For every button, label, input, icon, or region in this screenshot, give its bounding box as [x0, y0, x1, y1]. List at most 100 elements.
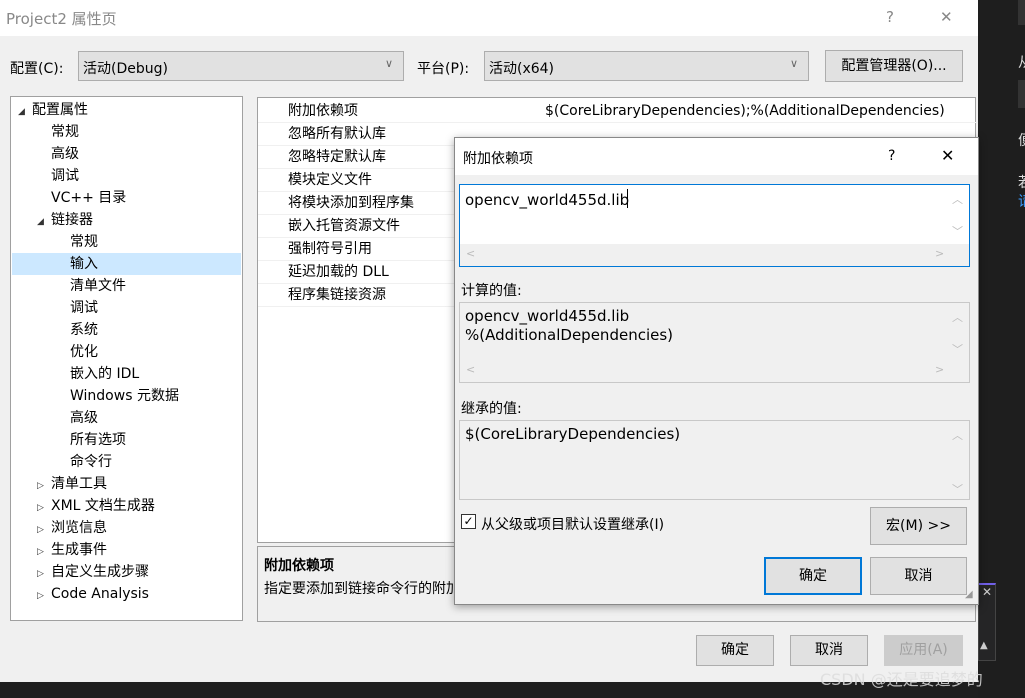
scroll-down-icon[interactable]: ﹀ [952, 223, 963, 239]
tree-item[interactable]: 命令行 [12, 451, 241, 473]
scroll-up-icon[interactable]: ▲ [980, 640, 988, 651]
platform-select[interactable]: 活动(x64) ∨ [484, 51, 809, 81]
tree-item-label: Windows 元数据 [70, 388, 179, 404]
tree-item-label: 浏览信息 [51, 520, 107, 536]
tree-item[interactable]: 输入 [12, 253, 241, 275]
tree-item-label: 常规 [70, 234, 98, 250]
macros-button[interactable]: 宏(M) >> [870, 507, 967, 545]
property-name: 忽略特定默认库 [288, 149, 386, 165]
tree-item[interactable]: 清单文件 [12, 275, 241, 297]
tree-item[interactable]: 常规 [12, 121, 241, 143]
tree-item[interactable]: ▷ 清单工具 [12, 473, 241, 495]
scroll-right-icon[interactable]: > [935, 363, 944, 376]
tree-item-label: 系统 [70, 322, 98, 338]
config-value: 活动(Debug) [83, 61, 168, 77]
help-button[interactable]: ? [886, 8, 894, 26]
tree-item[interactable]: ▷ XML 文档生成器 [12, 495, 241, 517]
expand-arrow-icon[interactable]: ▷ [37, 541, 51, 563]
close-icon[interactable]: ✕ [941, 146, 954, 165]
tree-item[interactable]: 嵌入的 IDL [12, 363, 241, 385]
watermark: CSDN @还是要追梦的 [820, 670, 983, 689]
expand-arrow-icon[interactable]: ▷ [37, 563, 51, 585]
scroll-left-icon[interactable]: < [466, 363, 475, 376]
tree-item[interactable]: 优化 [12, 341, 241, 363]
additional-dependencies-dialog: 附加依赖项 ? ✕ opencv_world455d.lib ︿ ﹀ < > 计… [454, 137, 979, 605]
tree-item[interactable]: ◢ 链接器 [12, 209, 241, 231]
property-value[interactable]: $(CoreLibraryDependencies);%(AdditionalD… [545, 100, 945, 123]
inherit-checkbox[interactable]: ✓ [461, 514, 476, 529]
side-link[interactable]: 请 [1018, 191, 1025, 211]
property-tree[interactable]: ◢ 配置属性 常规 高级 调试 VC++ 目录 ◢ 链接器 常规 输入 清单文件 调试 系统 优化 嵌入的 … [10, 96, 243, 621]
config-manager-button[interactable]: 配置管理器(O)... [825, 50, 963, 82]
tree-item-label: 链接器 [51, 212, 93, 228]
tree-item-label: Code Analysis [51, 586, 149, 602]
chevron-down-icon: ∨ [789, 57, 798, 70]
close-icon[interactable]: ✕ [982, 585, 992, 599]
expand-arrow-icon[interactable]: ▷ [37, 497, 51, 519]
dialog-title: 附加依赖项 [463, 151, 533, 167]
edit-text: opencv_world455d.lib [465, 191, 630, 209]
tree-item[interactable]: ▷ Code Analysis [12, 583, 241, 605]
tree-item[interactable]: VC++ 目录 [12, 187, 241, 209]
close-icon[interactable]: ✕ [940, 8, 953, 26]
property-name: 延迟加载的 DLL [288, 264, 389, 280]
property-name: 嵌入托管资源文件 [288, 218, 400, 234]
side-text: 若 [1018, 172, 1025, 192]
description-text: 指定要添加到链接命令行的附加项 [264, 581, 474, 597]
tree-item-label: 高级 [51, 146, 79, 162]
expand-arrow-icon[interactable]: ▷ [37, 585, 51, 607]
tree-item[interactable]: 调试 [12, 297, 241, 319]
side-text: 便 [1018, 130, 1025, 150]
scroll-up-icon[interactable]: ︿ [952, 427, 963, 443]
tree-item[interactable]: ▷ 自定义生成步骤 [12, 561, 241, 583]
scroll-left-icon[interactable]: < [466, 247, 475, 260]
scroll-up-icon[interactable]: ︿ [952, 191, 963, 207]
computed-box: opencv_world455d.lib %(AdditionalDepende… [459, 302, 970, 383]
expand-arrow-icon[interactable]: ◢ [18, 101, 32, 123]
property-name: 模块定义文件 [288, 172, 372, 188]
expand-arrow-icon[interactable]: ▷ [37, 519, 51, 541]
property-name: 忽略所有默认库 [288, 126, 386, 142]
cancel-button[interactable]: 取消 [790, 635, 868, 666]
computed-label: 计算的值: [461, 283, 522, 299]
tree-item[interactable]: Windows 元数据 [12, 385, 241, 407]
ok-button[interactable]: 确定 [696, 635, 774, 666]
tree-item[interactable]: ◢ 配置属性 [12, 99, 241, 121]
property-row[interactable]: 附加依赖项 $(CoreLibraryDependencies);%(Additi… [258, 100, 976, 123]
ide-side-panel: 从 便 若 请 ✕ ▲ [978, 0, 1025, 698]
tree-item[interactable]: 常规 [12, 231, 241, 253]
computed-line: %(AdditionalDependencies) [465, 326, 674, 344]
help-button[interactable]: ? [888, 148, 895, 164]
scroll-down-icon[interactable]: ﹀ [952, 481, 963, 497]
title-bar: Project2 属性页 ? ✕ [0, 0, 978, 36]
apply-button[interactable]: 应用(A) [884, 635, 963, 666]
dialog-cancel-button[interactable]: 取消 [870, 557, 967, 595]
tree-item[interactable]: 系统 [12, 319, 241, 341]
description-title: 附加依赖项 [264, 558, 334, 574]
tree-item[interactable]: 所有选项 [12, 429, 241, 451]
tree-item-label: 调试 [70, 300, 98, 316]
scroll-right-icon[interactable]: > [935, 247, 944, 260]
dialog-ok-button[interactable]: 确定 [764, 557, 862, 595]
scroll-down-icon[interactable]: ﹀ [952, 341, 963, 357]
scroll-up-icon[interactable]: ︿ [952, 309, 963, 325]
tree-item[interactable]: 调试 [12, 165, 241, 187]
chevron-down-icon: ∨ [384, 57, 393, 70]
tree-item[interactable]: 高级 [12, 407, 241, 429]
tree-item[interactable]: ▷ 生成事件 [12, 539, 241, 561]
config-label: 配置(C): [10, 61, 64, 77]
tree-item-label: 生成事件 [51, 542, 107, 558]
resize-grip-icon[interactable]: ◢ [965, 589, 973, 600]
config-select[interactable]: 活动(Debug) ∨ [78, 51, 404, 81]
property-name: 附加依赖项 [288, 103, 358, 119]
tree-item[interactable]: 高级 [12, 143, 241, 165]
tree-item-label: VC++ 目录 [51, 190, 127, 206]
tree-item[interactable]: ▷ 浏览信息 [12, 517, 241, 539]
expand-arrow-icon[interactable]: ▷ [37, 475, 51, 497]
inherit-checkbox-label[interactable]: 从父级或项目默认设置继承(I) [481, 514, 664, 534]
tree-item-label: 自定义生成步骤 [51, 564, 149, 580]
tree-item-label: 命令行 [70, 454, 112, 470]
side-text: 从 [1018, 52, 1025, 72]
dependencies-edit[interactable]: opencv_world455d.lib ︿ ﹀ < > [459, 184, 970, 267]
expand-arrow-icon[interactable]: ◢ [37, 211, 51, 233]
